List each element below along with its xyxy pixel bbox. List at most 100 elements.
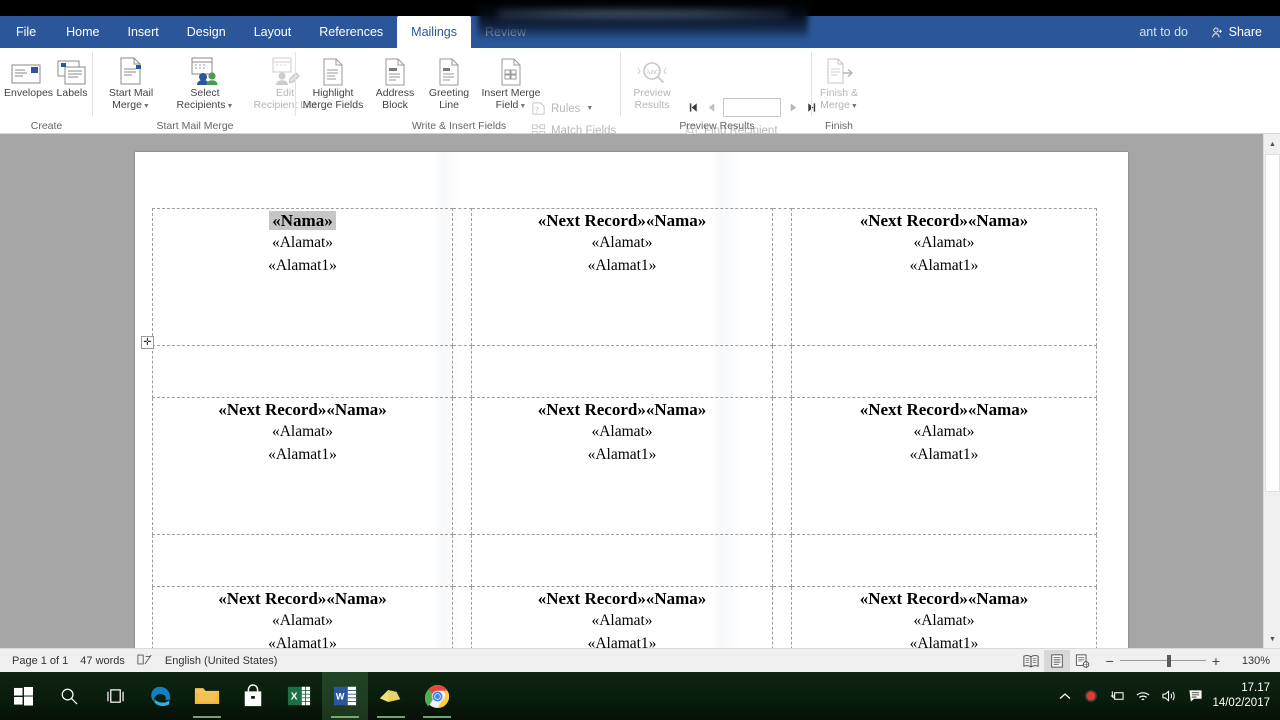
zoom-slider-thumb[interactable] <box>1166 654 1171 667</box>
greeting-line-button[interactable]: Greeting Line <box>423 58 475 111</box>
next-record-button[interactable] <box>784 99 802 117</box>
select-recipients-button[interactable]: Select Recipients▼ <box>166 57 244 112</box>
start-mail-merge-button[interactable]: Start Mail Merge▼ <box>100 57 162 112</box>
record-number-input[interactable] <box>723 98 781 117</box>
label-cell[interactable]: «Next Record»«Nama» «Alamat» «Alamat1» <box>791 397 1097 535</box>
action-center-button[interactable] <box>1182 672 1208 720</box>
excel-app[interactable]: X <box>276 672 322 720</box>
gutter-cell[interactable] <box>791 534 1097 587</box>
word-count[interactable]: 47 words <box>80 655 125 667</box>
network-button[interactable] <box>1130 672 1156 720</box>
preview-results-magnifier-icon: ABC <box>626 54 678 86</box>
language-indicator[interactable]: English (United States) <box>165 655 278 667</box>
finish-and-merge-label-2: Merge▼ <box>820 98 858 111</box>
label-cell[interactable]: «Next Record»«Nama» «Alamat» «Alamat1» <box>471 586 773 648</box>
scrollbar-thumb[interactable] <box>1265 154 1280 492</box>
ribbon-tab-layout[interactable]: Layout <box>240 16 306 48</box>
zoom-level[interactable]: 130% <box>1230 655 1270 667</box>
gutter-cell[interactable] <box>152 534 453 587</box>
read-mode-button[interactable] <box>1018 650 1044 672</box>
removable-media-button[interactable] <box>1104 672 1130 720</box>
clock[interactable]: 17.17 14/02/2017 <box>1208 681 1280 711</box>
gutter-cell[interactable] <box>152 345 453 398</box>
group-label-create: Create <box>30 120 63 132</box>
word-app[interactable]: W <box>322 672 368 720</box>
ribbon-tab-insert[interactable]: Insert <box>114 16 173 48</box>
gutter-cell[interactable] <box>471 345 773 398</box>
zoom-out-button[interactable]: − <box>1106 653 1114 669</box>
zoom-slider[interactable] <box>1119 654 1206 668</box>
start-button[interactable] <box>0 672 46 720</box>
microsoft-store-app[interactable] <box>230 672 276 720</box>
ribbon-tab-mailings[interactable]: Mailings <box>397 16 472 48</box>
label-gutter-cell <box>452 586 472 648</box>
nama-merge-field: «Nama» <box>645 400 707 419</box>
label-name-line: «Next Record»«Nama» <box>153 398 452 421</box>
label-cell[interactable]: «Next Record»«Nama» «Alamat» «Alamat1» <box>791 208 1097 346</box>
scroll-down-arrow[interactable]: ▼ <box>1264 631 1280 648</box>
web-layout-button[interactable] <box>1070 650 1096 672</box>
chrome-icon <box>424 684 449 708</box>
running-indicator <box>193 716 221 718</box>
chevron-up-icon <box>1060 692 1071 699</box>
table-move-handle[interactable]: ✛ <box>141 336 154 349</box>
gutter-cell[interactable] <box>471 534 773 587</box>
share-button[interactable]: Share <box>1201 20 1272 44</box>
envelopes-button[interactable]: Envelopes <box>4 64 53 100</box>
start-mail-merge-label-2: Merge▼ <box>112 98 150 111</box>
label-address-line-1: «Alamat» <box>591 423 653 440</box>
group-label-finish: Finish <box>824 120 853 132</box>
rules-button[interactable]: ? Rules ▼ <box>531 101 593 116</box>
task-view-button[interactable] <box>92 672 138 720</box>
ribbon-tab-label: Review <box>485 25 527 39</box>
print-layout-icon <box>1050 653 1063 668</box>
tell-me-search[interactable]: ant to do <box>1139 16 1188 48</box>
nama-merge-field: «Nama» <box>967 211 1029 230</box>
proofing-status-icon[interactable] <box>137 653 153 669</box>
zoom-in-button[interactable]: + <box>1212 653 1220 669</box>
ribbon-tab-review[interactable]: Review <box>471 16 540 48</box>
screen-recorder-indicator[interactable] <box>1078 672 1104 720</box>
page-indicator[interactable]: Page 1 of 1 <box>12 655 68 667</box>
ribbon-tab-references[interactable]: References <box>305 16 397 48</box>
show-hidden-icons-button[interactable] <box>1052 672 1078 720</box>
labels-button[interactable]: Labels <box>51 60 93 100</box>
highlight-merge-fields-button[interactable]: Highlight Merge Fields <box>299 58 367 111</box>
previous-record-button[interactable] <box>702 99 720 117</box>
address-block-button[interactable]: Address Block <box>369 58 421 111</box>
status-bar: Page 1 of 1 47 words English (United Sta… <box>0 648 1280 672</box>
volume-button[interactable] <box>1156 672 1182 720</box>
first-record-button[interactable] <box>684 99 702 117</box>
clock-date: 14/02/2017 <box>1212 697 1270 709</box>
gutter-cell[interactable] <box>791 345 1097 398</box>
sticky-notes-app[interactable] <box>368 672 414 720</box>
print-layout-button[interactable] <box>1043 649 1070 672</box>
label-cell[interactable]: «Next Record»«Nama» «Alamat» «Alamat1» <box>152 586 453 648</box>
document-canvas[interactable]: «Nama» «Alamat» «Alamat1» «Next Record»«Nam… <box>0 134 1280 648</box>
label-cell[interactable]: «Next Record»«Nama» «Alamat» «Alamat1» <box>471 208 773 346</box>
scroll-up-arrow[interactable]: ▲ <box>1264 136 1280 153</box>
edge-app[interactable] <box>138 672 184 720</box>
tell-me-label: ant to do <box>1139 25 1188 39</box>
ribbon-tab-home[interactable]: Home <box>52 16 113 48</box>
file-explorer-app[interactable] <box>184 672 230 720</box>
ribbon: Envelopes Labels Create Start Mail Merge… <box>0 48 1280 159</box>
label-cell[interactable]: «Next Record»«Nama» «Alamat» «Alamat1» <box>152 397 453 535</box>
select-recipients-icon <box>166 54 244 86</box>
label-cell[interactable]: «Next Record»«Nama» «Alamat» «Alamat1» <box>791 586 1097 648</box>
label-address-line-2: «Alamat1» <box>587 445 657 463</box>
ribbon-tab-file[interactable]: File <box>0 16 52 48</box>
mail-merge-labels-table[interactable]: «Nama» «Alamat» «Alamat1» «Next Record»«Nam… <box>152 208 1097 648</box>
label-cell[interactable]: «Next Record»«Nama» «Alamat» «Alamat1» <box>471 397 773 535</box>
chrome-app[interactable] <box>414 672 460 720</box>
label-cell[interactable]: «Nama» «Alamat» «Alamat1» <box>152 208 453 346</box>
ribbon-tab-design[interactable]: Design <box>173 16 240 48</box>
envelope-icon <box>4 54 49 86</box>
document-page[interactable]: «Nama» «Alamat» «Alamat1» «Next Record»«Nam… <box>135 152 1128 648</box>
preview-results-button[interactable]: ABC Preview Results <box>626 62 678 111</box>
spell-check-icon <box>137 654 152 664</box>
finish-and-merge-button[interactable]: Finish & Merge▼ <box>813 58 865 112</box>
vertical-scrollbar[interactable]: ▲ ▼ <box>1263 134 1280 648</box>
search-button[interactable] <box>46 672 92 720</box>
zoom-control[interactable]: − + 130% <box>1106 653 1274 669</box>
